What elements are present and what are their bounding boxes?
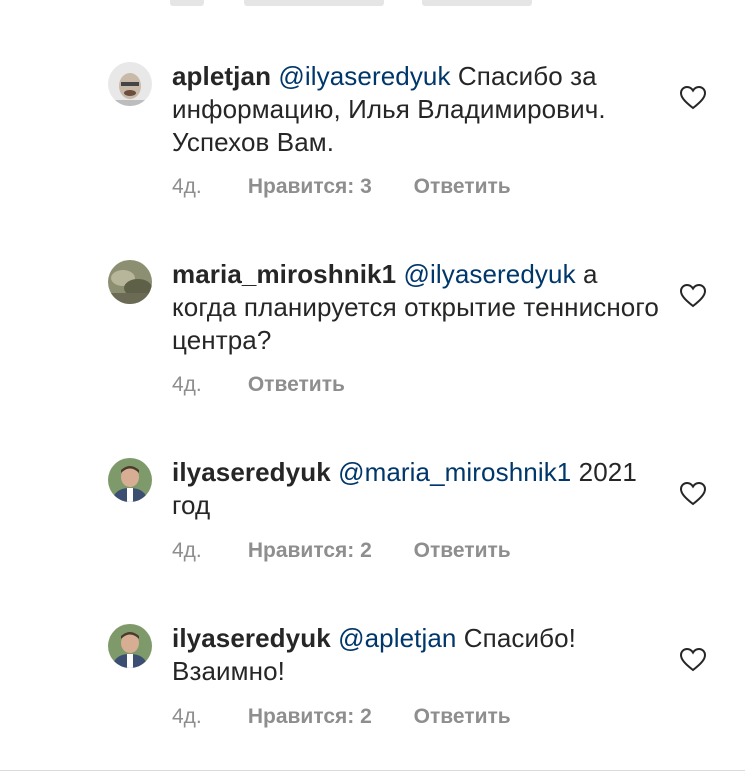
reply-button[interactable]: Ответить [414,539,511,563]
likes-count[interactable]: Нравится: 2 [248,539,372,563]
avatar[interactable] [108,624,152,668]
mention-link[interactable]: @maria_miroshnik1 [338,457,571,487]
comment-meta: 4д. Нравится: 2 Ответить [172,705,511,729]
comment-age[interactable]: 4д. [172,539,242,563]
username-link[interactable]: ilyaseredyuk [172,457,331,487]
comment-body: apletjan @ilyaseredyuk Спасибо за информ… [172,60,662,159]
comment-age[interactable]: 4д. [172,175,242,199]
username-link[interactable]: ilyaseredyuk [172,623,331,653]
username-link[interactable]: apletjan [172,61,271,91]
heart-outline-icon[interactable] [679,647,707,672]
reply-button[interactable]: Ответить [414,705,511,729]
username-link[interactable]: maria_miroshnik1 [172,259,396,289]
mention-link[interactable]: @apletjan [338,623,456,653]
comment-meta: 4д. Ответить [172,373,345,397]
mention-link[interactable]: @ilyaseredyuk [403,259,575,289]
heart-outline-icon[interactable] [679,481,707,506]
comment-meta: 4д. Нравится: 3 Ответить [172,175,511,199]
likes-count[interactable]: Нравится: 2 [248,705,372,729]
reply-button[interactable]: Ответить [414,175,511,199]
mention-link[interactable]: @ilyaseredyuk [278,61,450,91]
comment-meta: 4д. Нравится: 2 Ответить [172,539,511,563]
avatar[interactable] [108,458,152,502]
comment-age[interactable]: 4д. [172,705,242,729]
comment-body: ilyaseredyuk @maria_miroshnik1 2021 год [172,456,662,522]
comment-age[interactable]: 4д. [172,373,242,397]
likes-count[interactable]: Нравится: 3 [248,175,372,199]
reply-button[interactable]: Ответить [248,373,345,397]
divider [0,770,745,771]
heart-outline-icon[interactable] [679,283,707,308]
heart-outline-icon[interactable] [679,85,707,110]
cut-off-comment-meta [170,0,550,6]
comment-body: ilyaseredyuk @apletjan Спасибо! Взаимно! [172,622,662,688]
avatar[interactable] [108,62,152,106]
avatar[interactable] [108,260,152,304]
comment-body: maria_miroshnik1 @ilyaseredyuk а когда п… [172,258,662,357]
comments-thread: apletjan @ilyaseredyuk Спасибо за информ… [0,0,745,778]
